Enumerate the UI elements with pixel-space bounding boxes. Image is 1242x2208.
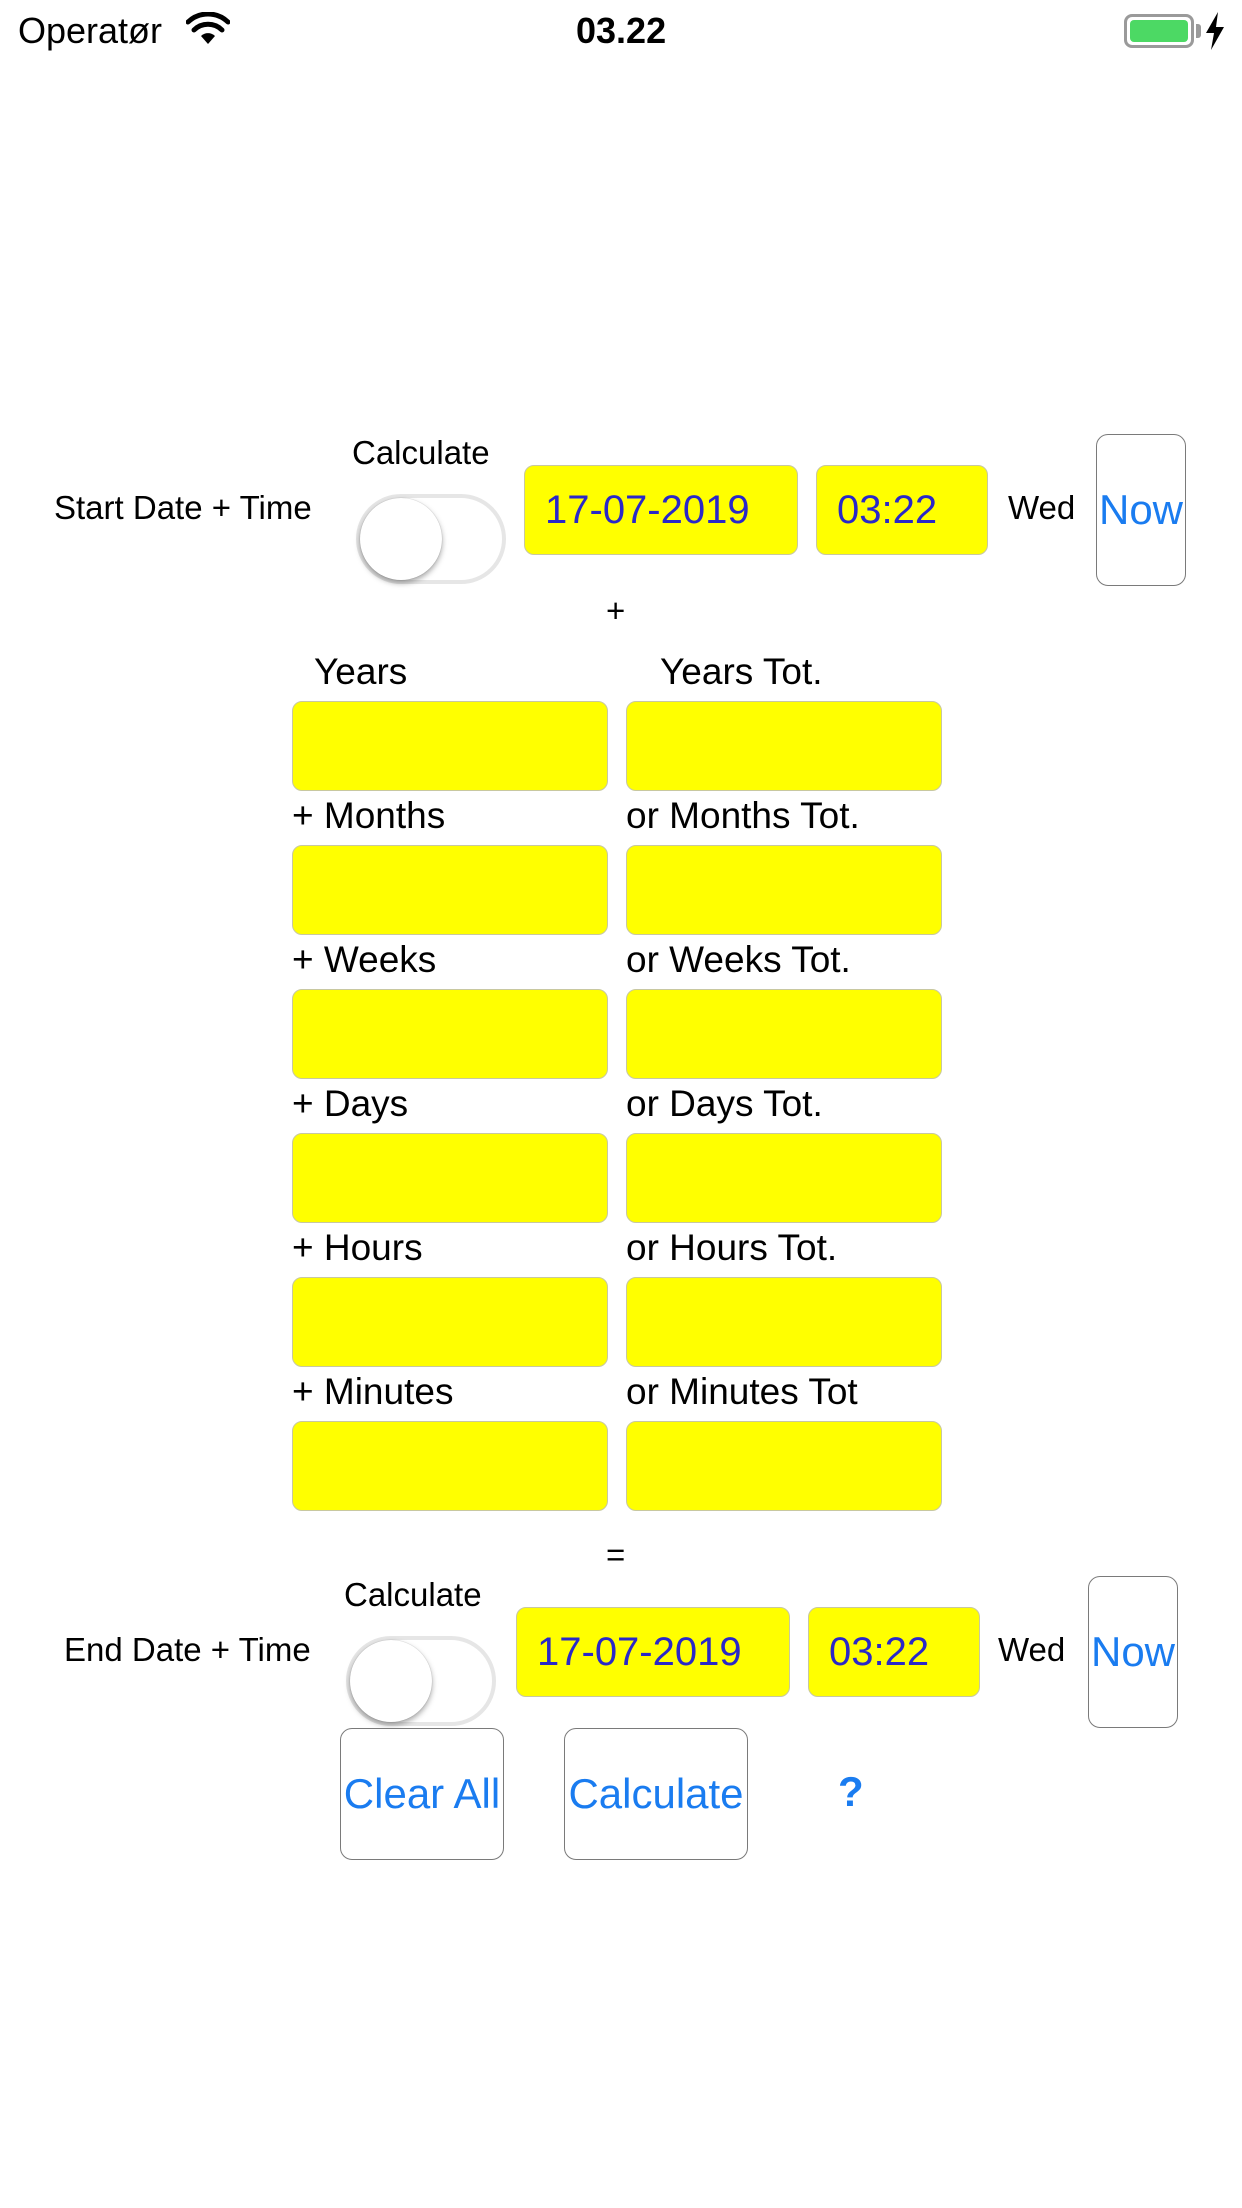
help-button[interactable]: ? xyxy=(838,1768,864,1816)
equals-symbol: = xyxy=(606,1536,626,1573)
weeks-total-input[interactable] xyxy=(626,989,942,1079)
months-input[interactable] xyxy=(292,845,608,935)
wifi-icon xyxy=(185,11,231,51)
carrier-label: Operatør xyxy=(18,10,163,51)
minutes-label: + Minutes xyxy=(292,1371,454,1412)
end-date-time-label: End Date + Time xyxy=(64,1631,311,1668)
hours-input[interactable] xyxy=(292,1277,608,1367)
days-input[interactable] xyxy=(292,1133,608,1223)
toggle-knob xyxy=(350,1640,432,1722)
years-total-input[interactable] xyxy=(626,701,942,791)
calculate-button[interactable]: Calculate xyxy=(564,1728,748,1860)
plus-symbol: + xyxy=(606,592,626,629)
days-total-input[interactable] xyxy=(626,1133,942,1223)
start-calculate-toggle[interactable] xyxy=(356,494,506,584)
years-label: Years xyxy=(314,651,408,692)
hours-total-input[interactable] xyxy=(626,1277,942,1367)
start-calculate-label: Calculate xyxy=(352,434,490,471)
years-input[interactable] xyxy=(292,701,608,791)
months-total-input[interactable] xyxy=(626,845,942,935)
end-calculate-label: Calculate xyxy=(344,1576,482,1613)
hours-label: + Hours xyxy=(292,1227,423,1268)
months-label: + Months xyxy=(292,795,446,836)
start-weekday-label: Wed xyxy=(1008,489,1076,526)
battery-tip xyxy=(1196,24,1201,38)
battery-icon xyxy=(1124,14,1194,48)
days-total-label: or Days Tot. xyxy=(626,1083,823,1124)
weeks-label: + Weeks xyxy=(292,939,437,980)
start-date-field[interactable]: 17-07-2019 xyxy=(524,465,798,555)
minutes-total-label: or Minutes Tot xyxy=(626,1371,858,1412)
months-total-label: or Months Tot. xyxy=(626,795,860,836)
weeks-input[interactable] xyxy=(292,989,608,1079)
charging-bolt-icon xyxy=(1204,12,1226,55)
end-now-button[interactable]: Now xyxy=(1088,1576,1178,1728)
clear-all-button[interactable]: Clear All xyxy=(340,1728,504,1860)
end-calculate-toggle[interactable] xyxy=(346,1636,496,1726)
start-now-button[interactable]: Now xyxy=(1096,434,1186,586)
minutes-input[interactable] xyxy=(292,1421,608,1511)
minutes-total-input[interactable] xyxy=(626,1421,942,1511)
status-time: 03.22 xyxy=(576,10,667,51)
days-label: + Days xyxy=(292,1083,409,1124)
hours-total-label: or Hours Tot. xyxy=(626,1227,838,1268)
years-total-label: Years Tot. xyxy=(660,651,823,692)
start-date-time-label: Start Date + Time xyxy=(54,489,312,526)
end-weekday-label: Wed xyxy=(998,1631,1066,1668)
start-time-field[interactable]: 03:22 xyxy=(816,465,988,555)
weeks-total-label: or Weeks Tot. xyxy=(626,939,851,980)
end-time-field[interactable]: 03:22 xyxy=(808,1607,980,1697)
end-date-field[interactable]: 17-07-2019 xyxy=(516,1607,790,1697)
toggle-knob xyxy=(360,498,442,580)
